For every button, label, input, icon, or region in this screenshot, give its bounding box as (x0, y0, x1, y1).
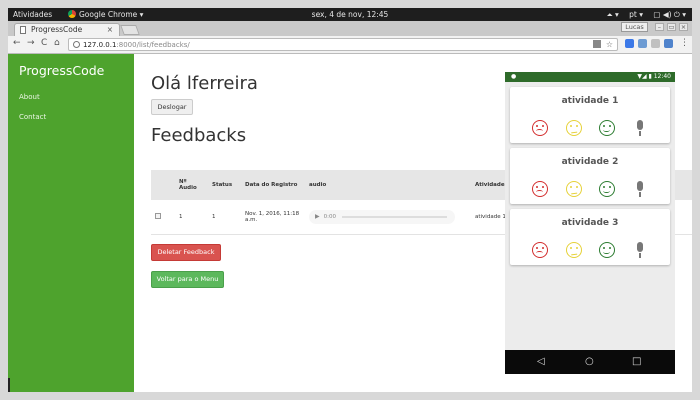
logout-button[interactable]: Deslogar (151, 99, 193, 115)
audio-time: 0:00 (323, 213, 336, 220)
address-bar[interactable]: 127.0.0.1:8000/list/feedbacks/ ☆ (68, 38, 618, 51)
happy-face-icon[interactable] (599, 120, 615, 136)
extension-icon-4[interactable] (664, 39, 673, 48)
sad-face-icon[interactable] (532, 181, 548, 197)
microphone-icon[interactable] (636, 120, 644, 136)
sidebar: ProgressCode About Contact (8, 54, 134, 392)
status-right: ▼◢ ▮ 12:40 (637, 72, 671, 82)
microphone-icon[interactable] (636, 181, 644, 197)
url-port: :8000 (116, 41, 137, 49)
signal-battery-icons: ▼◢ ▮ (637, 73, 652, 80)
info-icon[interactable] (73, 41, 80, 48)
page-icon (20, 26, 26, 34)
cell-status: 1 (208, 200, 241, 235)
col-audio: audio (309, 182, 327, 188)
col-status: Status (212, 182, 233, 188)
android-recents-icon[interactable]: □ (632, 350, 641, 374)
home-icon[interactable]: ⌂ (54, 38, 60, 48)
extension-icon-3[interactable] (651, 39, 660, 48)
os-top-bar: Atividades Google Chrome ▾ sex, 4 de nov… (8, 8, 692, 21)
activity-title: atividade 1 (561, 96, 619, 106)
forward-icon[interactable]: → (27, 38, 35, 48)
system-menu-icons[interactable]: ▢ ◀) ⏻ ▾ (653, 10, 686, 19)
happy-face-icon[interactable] (599, 242, 615, 258)
maximize-button[interactable]: ▭ (666, 23, 676, 31)
col-date: Data do Registro (245, 182, 298, 188)
feedbacks-heading: Feedbacks (151, 125, 247, 146)
tab-strip: ProgressCode × Lucas – ▭ × (8, 21, 692, 36)
app-menu[interactable]: Google Chrome ▾ (68, 8, 143, 21)
app-menu-label: Google Chrome ▾ (79, 10, 144, 19)
activity-title: atividade 2 (561, 157, 619, 167)
sad-face-icon[interactable] (532, 242, 548, 258)
cell-audio-number: 1 (175, 200, 208, 235)
activity-card-3[interactable]: atividade 3 (510, 209, 670, 265)
activities-button[interactable]: Atividades (13, 8, 52, 21)
clock[interactable]: sex, 4 de nov, 12:45 (312, 8, 389, 21)
sad-face-icon[interactable] (532, 120, 548, 136)
window-close-button[interactable]: × (679, 23, 688, 31)
profile-button[interactable]: Lucas (621, 22, 648, 32)
browser-tab[interactable]: ProgressCode × (14, 23, 120, 36)
happy-face-icon[interactable] (599, 181, 615, 197)
tab-close-icon[interactable]: × (107, 24, 113, 36)
chrome-icon (68, 10, 76, 18)
activity-title: atividade 3 (561, 218, 619, 228)
system-tray[interactable]: ⏶ ▾ pt ▾ ▢ ◀) ⏻ ▾ (599, 8, 686, 21)
browser-toolbar: ← → C ⌂ 127.0.0.1:8000/list/feedbacks/ ☆… (8, 36, 692, 54)
sidebar-link-contact[interactable]: Contact (19, 113, 46, 121)
bookmark-star-icon[interactable]: ☆ (606, 39, 613, 51)
reload-icon[interactable]: C (41, 38, 47, 48)
android-home-icon[interactable]: ○ (585, 350, 594, 374)
back-to-menu-button[interactable]: Voltar para o Menu (151, 271, 224, 288)
play-icon[interactable]: ▶ (315, 213, 320, 220)
language-selector[interactable]: pt ▾ (629, 10, 643, 19)
neutral-face-icon[interactable] (566, 242, 582, 258)
network-icon[interactable]: ⏶ ▾ (607, 10, 619, 19)
extension-icon-2[interactable] (638, 39, 647, 48)
audio-player[interactable]: ▶ 0:00 (309, 209, 455, 224)
android-back-icon[interactable]: ◁ (537, 350, 545, 374)
brand-logo[interactable]: ProgressCode (19, 63, 104, 78)
neutral-face-icon[interactable] (566, 120, 582, 136)
col-audio-number: Nº Audio (179, 179, 197, 191)
activity-card-1[interactable]: atividade 1 (510, 87, 670, 143)
sidebar-link-about[interactable]: About (19, 93, 40, 101)
audio-progress[interactable] (341, 215, 447, 218)
android-emulator: ● ▼◢ ▮ 12:40 atividade 1 atividade 2 ati… (505, 72, 675, 374)
new-tab-button[interactable] (120, 25, 140, 35)
android-nav-bar: ◁ ○ □ (505, 350, 675, 374)
tab-title: ProgressCode (31, 25, 83, 34)
delete-feedback-button[interactable]: Deletar Feedback (151, 244, 221, 261)
cell-date: Nov. 1, 2016, 11:18 a.m. (241, 200, 305, 235)
url-host: 127.0.0.1 (83, 41, 117, 49)
greeting-heading: Olá lferreira (151, 73, 258, 94)
notification-icon: ● (511, 73, 517, 80)
translate-icon[interactable] (593, 40, 601, 48)
extension-icon-1[interactable] (625, 39, 634, 48)
minimize-button[interactable]: – (654, 23, 664, 31)
phone-clock: 12:40 (653, 73, 671, 80)
neutral-face-icon[interactable] (566, 181, 582, 197)
row-checkbox[interactable] (155, 212, 161, 219)
activity-card-2[interactable]: atividade 2 (510, 148, 670, 204)
back-icon[interactable]: ← (13, 38, 21, 48)
sidebar-edge (8, 378, 10, 392)
url-path: /list/feedbacks/ (136, 41, 190, 49)
window-controls: Lucas – ▭ × (621, 22, 688, 32)
phone-status-bar: ● ▼◢ ▮ 12:40 (505, 72, 675, 82)
col-select (151, 170, 175, 200)
microphone-icon[interactable] (636, 242, 644, 258)
chrome-menu-icon[interactable]: ⋮ (680, 38, 689, 48)
